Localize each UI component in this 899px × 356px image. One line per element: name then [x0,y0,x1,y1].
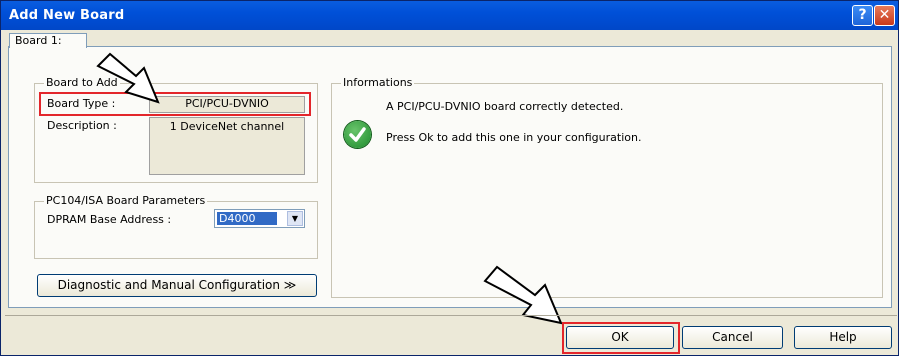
info-line-1: A PCI/PCU-DVNIO board correctly detected… [386,100,624,113]
window-title: Add New Board [9,8,125,23]
separator [5,315,897,316]
dpram-label: DPRAM Base Address : [47,213,172,226]
dpram-value: D4000 [217,212,277,225]
informations-group [331,83,883,298]
ok-button-highlight [562,322,680,354]
informations-label: Informations [341,76,415,89]
help-button[interactable]: Help [794,326,892,349]
close-icon[interactable]: ✕ [874,5,895,26]
title-bar[interactable]: Add New Board ? ✕ [1,1,898,30]
info-line-2: Press Ok to add this one in your configu… [386,131,642,144]
cancel-button[interactable]: Cancel [682,326,783,349]
chevron-down-icon[interactable]: ▼ [287,211,303,226]
arrow-annotation-bottom [483,265,563,325]
tab-board-1[interactable]: Board 1: [9,33,87,48]
dpram-base-address-select[interactable]: D4000 ▼ [214,209,305,228]
arrow-annotation-top [96,52,160,104]
diagnostic-manual-config-button[interactable]: Diagnostic and Manual Configuration ≫ [37,274,317,297]
checkmark-icon [344,121,371,148]
description-label: Description : [47,119,117,132]
pc104-isa-label: PC104/ISA Board Parameters [44,194,208,207]
add-new-board-dialog: Add New Board ? ✕ Board 1: Board to Add … [0,0,899,356]
help-icon[interactable]: ? [852,5,873,26]
description-value: 1 DeviceNet channel [149,117,305,175]
